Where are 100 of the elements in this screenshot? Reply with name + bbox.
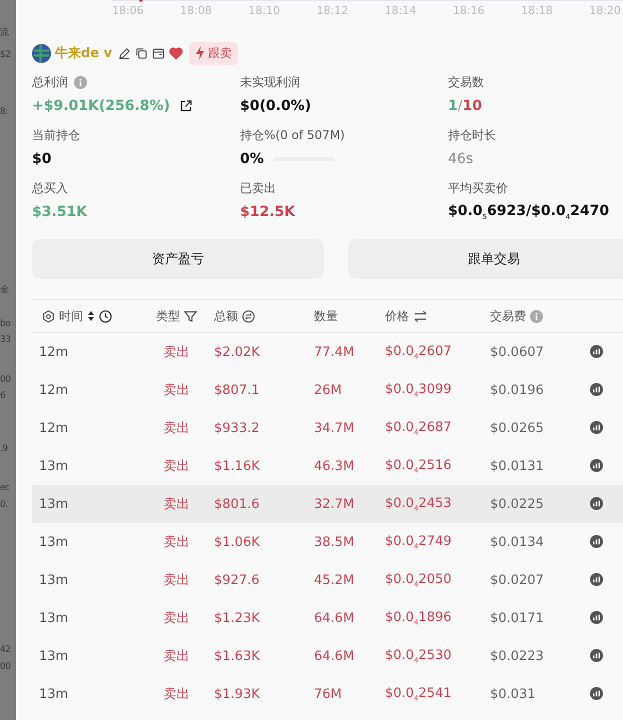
type-cell-text: 卖出 xyxy=(162,534,190,551)
type-cell-text: 卖出 xyxy=(162,648,190,665)
fee-cell-text: $0.0607 xyxy=(490,344,545,360)
time-cell-text: 13m xyxy=(38,610,70,626)
backdrop-text: bo xyxy=(0,318,12,331)
type-cell-text: 卖出 xyxy=(162,458,190,475)
column-header: 类型 xyxy=(156,308,180,324)
tab-button[interactable]: 资产盈亏 xyxy=(32,239,324,279)
amount-cell-text: $807.1 xyxy=(214,382,260,398)
column-header: 交易费 xyxy=(490,308,526,324)
quantity-cell-text: 26M xyxy=(314,382,343,398)
chart-logo-icon[interactable] xyxy=(590,420,603,434)
amount-cell-text: $1.63K xyxy=(214,648,261,664)
type-cell-text: 卖出 xyxy=(162,382,190,399)
stat-label: 交易数 xyxy=(448,74,484,91)
chart-logo-icon[interactable] xyxy=(590,572,603,586)
stat-value: 46s xyxy=(448,151,474,167)
axis-label: 18:06 xyxy=(112,4,144,17)
quantity-cell-text: 38.5M xyxy=(314,534,356,550)
fee-cell-text: $0.0131 xyxy=(490,458,545,474)
axis-label: 18:18 xyxy=(521,4,553,17)
backdrop-text: 6 xyxy=(0,390,6,403)
chart-logo-icon[interactable] xyxy=(590,534,603,548)
heart-icon[interactable] xyxy=(169,46,184,60)
wallet-icon[interactable] xyxy=(152,46,166,60)
time-cell-text: 12m xyxy=(38,420,70,436)
price-cell-text: $0.0$_{4}$2541 xyxy=(385,686,453,702)
time-cell-text: 13m xyxy=(38,458,70,474)
time-cell-text: 12m xyxy=(38,344,70,360)
follow-sell-badge[interactable]: 跟卖 xyxy=(189,42,238,64)
backdrop-text: 8: xyxy=(0,106,9,119)
stat-label: 未实现利润 xyxy=(240,74,300,91)
sort-icon[interactable] xyxy=(87,310,95,322)
backdrop-text: ec xyxy=(0,482,10,495)
amount-cell-text: $927.6 xyxy=(214,572,260,588)
chart-logo-icon[interactable] xyxy=(590,610,603,624)
chart-logo-icon[interactable] xyxy=(590,344,603,358)
backdrop-text: 0. xyxy=(0,499,9,512)
price-cell-text: $0.0$_{4}$1896 xyxy=(385,610,453,626)
chart-logo-icon[interactable] xyxy=(590,648,603,662)
amount-cell-text: $1.23K xyxy=(214,610,261,626)
external-link-icon[interactable] xyxy=(180,100,192,112)
quantity-cell-text: 34.7M xyxy=(314,420,356,436)
price-cell-text: $0.0$_{4}$3099 xyxy=(385,382,453,398)
time-cell-text: 13m xyxy=(38,534,70,550)
time-cell-text: 13m xyxy=(38,496,70,512)
time-cell-text: 13m xyxy=(38,648,70,664)
fee-cell-text: $0.0207 xyxy=(490,572,545,588)
amount-cell-text: $1.16K xyxy=(214,458,261,474)
clock-icon[interactable] xyxy=(99,310,112,322)
tab-button[interactable]: 跟单交易 xyxy=(348,239,623,279)
axis-label: 18:12 xyxy=(316,4,348,17)
price-cell-text: $0.0$_{4}$2607 xyxy=(385,344,453,360)
fee-cell-text: $0.0196 xyxy=(490,382,545,398)
settings-icon[interactable] xyxy=(42,310,55,322)
type-cell-text: 卖出 xyxy=(162,420,190,437)
price-cell-text: $0.0$_{4}$2453 xyxy=(385,496,453,512)
price-cell-text: $0.0$_{4}$2749 xyxy=(385,534,453,550)
price-cell-text: $0.0$_{4}$2687 xyxy=(385,420,453,436)
chart-logo-icon[interactable] xyxy=(590,686,603,700)
stat-value: $0.0$_{5}$6923/$0.0$_{4}$2470 xyxy=(448,203,610,221)
stat-value: 1/10 xyxy=(448,98,482,114)
copy-icon[interactable] xyxy=(135,46,148,60)
fee-cell-text: $0.0171 xyxy=(490,610,545,626)
price-cell-text: $0.0$_{4}$2516 xyxy=(385,458,453,474)
time-cell-text: 13m xyxy=(38,572,70,588)
swap-icon[interactable] xyxy=(413,310,428,322)
filter-icon[interactable] xyxy=(184,310,197,322)
amount-cell-text: $933.2 xyxy=(214,420,260,436)
edit-icon[interactable] xyxy=(118,46,132,60)
stat-label: 平均买卖价 xyxy=(448,180,508,197)
amount-cell-text: $1.06K xyxy=(214,534,261,550)
type-cell-text: 卖出 xyxy=(162,686,190,703)
fee-cell-text: $0.0134 xyxy=(490,534,545,550)
stat-label: 总利润 xyxy=(32,74,68,91)
amount-cell-text: $1.93K xyxy=(214,686,261,702)
backdrop-text: 00 xyxy=(0,661,12,674)
chart-logo-icon[interactable] xyxy=(590,458,603,472)
chart-logo-icon[interactable] xyxy=(590,382,603,396)
backdrop-text: $2 xyxy=(0,49,12,62)
fee-cell-text: $0.031 xyxy=(490,686,536,702)
stat-value: +$9.01K(256.8%) xyxy=(32,98,170,114)
amount-cell-text: $2.02K xyxy=(214,344,261,360)
chart-logo-icon[interactable] xyxy=(590,496,603,510)
trade-row[interactable]: 13m 卖出 $801.6 32.7M $0.0$_{4}$2453 $0.0225 xyxy=(32,485,623,523)
stat-label: 持仓%(0 of 507M) xyxy=(240,127,345,144)
backdrop-text: 00 xyxy=(0,374,12,387)
backdrop-text: 33 xyxy=(0,334,12,347)
quantity-cell-text: 32.7M xyxy=(314,496,356,512)
type-cell-text: 卖出 xyxy=(162,572,190,589)
stat-value: $0(0.0%) xyxy=(240,98,312,114)
quantity-cell-text: 77.4M xyxy=(314,344,356,360)
info-icon xyxy=(530,310,543,322)
quantity-cell-text: 76M xyxy=(314,686,343,702)
fee-cell-text: $0.0265 xyxy=(490,420,545,436)
swap-icon[interactable] xyxy=(242,310,255,322)
axis-label: 18:08 xyxy=(180,4,212,17)
stat-value: $3.51K xyxy=(32,204,88,220)
column-header: 时间 xyxy=(59,308,83,324)
quantity-cell-text: 64.6M xyxy=(314,648,356,664)
